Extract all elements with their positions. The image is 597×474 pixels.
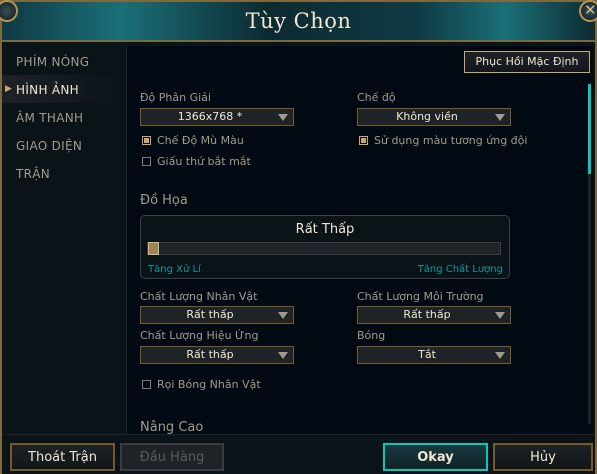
hide-eye-candy-label: Giấu thứ bắt mắt [157, 155, 251, 168]
video-settings-panel: Phục Hồi Mặc Định Độ Phân Giải 1366x768 … [126, 46, 593, 434]
exit-game-button[interactable]: Thoát Trận [10, 443, 115, 471]
cancel-button[interactable]: Hủy [493, 443, 593, 471]
graphics-quality-box: Rất Thấp Tăng Xử Lí Tăng Chất Lượng [140, 215, 510, 279]
window-mode-value: Không viền [396, 110, 458, 123]
resolution-value: 1366x768 * [177, 110, 243, 123]
colorblind-label: Chế Độ Mù Màu [157, 134, 244, 147]
sidebar-item-sound[interactable]: ÂM THANH [16, 111, 83, 125]
window-title: Tùy Chọn [245, 9, 352, 33]
graphics-slider-thumb[interactable] [148, 242, 159, 255]
environment-quality-select[interactable]: Rất thấp [357, 306, 511, 324]
chevron-down-icon [278, 312, 288, 319]
graphics-section-title: Đồ Họa [140, 193, 188, 208]
window-mode-select[interactable]: Không viền [357, 108, 511, 126]
environment-quality-value: Rất thấp [403, 308, 451, 321]
sidebar-item-video[interactable]: HÌNH ẢNH [16, 83, 79, 97]
chevron-down-icon [495, 312, 505, 319]
environment-quality-label: Chất Lượng Môi Trường [357, 290, 484, 303]
window-header: Tùy Chọn ✕ [0, 0, 597, 42]
character-quality-select[interactable]: Rất thấp [140, 306, 294, 324]
relative-team-colors-checkbox[interactable]: Sử dụng màu tương ứng đội [359, 134, 527, 147]
resolution-label: Độ Phân Giải [140, 91, 211, 104]
chevron-down-icon [278, 352, 288, 359]
shadows-select[interactable]: Tắt [357, 346, 511, 364]
window-footer: Thoát Trận Đầu Hàng Okay Hủy [2, 434, 595, 474]
relative-team-colors-label: Sử dụng màu tương ứng đội [374, 134, 528, 147]
graphics-slider-track[interactable] [147, 242, 501, 255]
checkbox-unchecked-icon [142, 380, 151, 389]
graphics-level-label: Rất Thấp [295, 222, 355, 237]
close-icon: ✕ [584, 1, 597, 19]
window-mode-label: Chế độ [357, 91, 396, 104]
shadows-value: Tắt [418, 348, 436, 361]
checkbox-unchecked-icon [142, 157, 151, 166]
hide-eye-candy-checkbox[interactable]: Giấu thứ bắt mắt [142, 155, 251, 168]
sidebar-item-interface[interactable]: GIAO DIỆN [16, 139, 82, 153]
restore-defaults-button[interactable]: Phục Hồi Mặc Định [464, 51, 590, 73]
effects-quality-label: Chất Lượng Hiệu Ứng [140, 329, 259, 342]
character-shadows-label: Rọi Bóng Nhân Vật [157, 378, 261, 391]
slider-max-label: Tăng Chất Lượng [417, 264, 503, 275]
checkbox-checked-icon [359, 136, 368, 145]
shadows-label: Bóng [357, 329, 386, 342]
effects-quality-select[interactable]: Rất thấp [140, 346, 294, 364]
character-quality-value: Rất thấp [186, 308, 234, 321]
colorblind-checkbox[interactable]: Chế Độ Mù Màu [142, 134, 244, 147]
slider-min-label: Tăng Xử Lí [148, 264, 201, 275]
settings-window: Tùy Chọn ✕ ▶ PHÍM NÓNG HÌNH ẢNH ÂM THANH… [0, 0, 597, 474]
chevron-down-icon [278, 114, 288, 121]
chevron-down-icon [495, 352, 505, 359]
sidebar-item-hotkeys[interactable]: PHÍM NÓNG [16, 55, 89, 69]
okay-button[interactable]: Okay [383, 443, 488, 471]
advanced-section-title: Nâng Cao [140, 420, 204, 434]
scrollbar-thumb[interactable] [588, 84, 591, 174]
effects-quality-value: Rất thấp [186, 348, 234, 361]
surrender-button[interactable]: Đầu Hàng [120, 443, 224, 471]
character-quality-label: Chất Lượng Nhân Vật [140, 290, 258, 303]
chevron-down-icon [495, 114, 505, 121]
checkbox-checked-icon [142, 136, 151, 145]
sidebar-nav: ▶ PHÍM NÓNG HÌNH ẢNH ÂM THANH GIAO DIỆN … [2, 44, 124, 434]
sidebar-item-game[interactable]: TRẬN [16, 167, 50, 181]
active-arrow-icon: ▶ [5, 84, 12, 94]
character-shadows-checkbox[interactable]: Rọi Bóng Nhân Vật [142, 378, 261, 391]
resolution-select[interactable]: 1366x768 * [140, 108, 294, 126]
close-button[interactable]: ✕ [579, 0, 597, 22]
